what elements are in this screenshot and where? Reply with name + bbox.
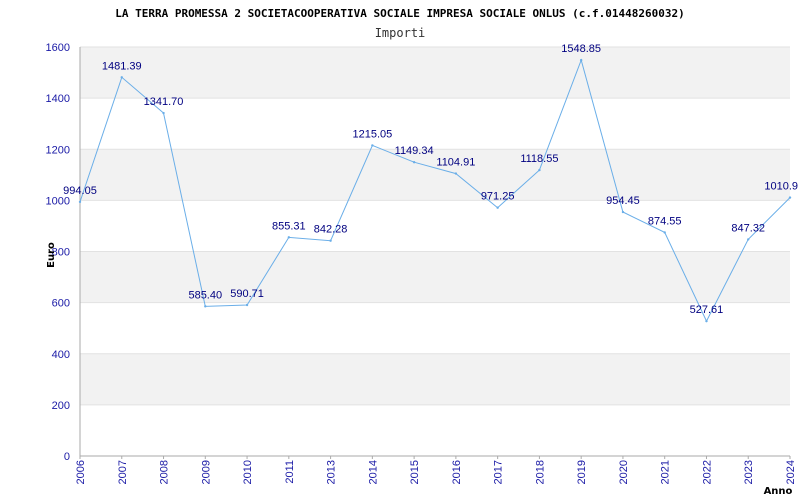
line-chart: LA TERRA PROMESSA 2 SOCIETACOOPERATIVA S… <box>46 7 798 497</box>
data-point <box>747 238 750 241</box>
x-tick-label: 2017 <box>493 460 505 484</box>
x-tick-label: 2015 <box>409 460 421 484</box>
data-point <box>705 319 708 323</box>
y-tick-label: 200 <box>52 400 70 412</box>
data-point <box>788 196 792 199</box>
data-label: 855.31 <box>272 220 306 232</box>
y-tick-label: 1000 <box>46 195 70 207</box>
data-point <box>621 210 625 214</box>
data-point <box>329 239 332 242</box>
x-tick-label: 2016 <box>451 460 463 484</box>
data-point <box>538 168 541 172</box>
chart-title: LA TERRA PROMESSA 2 SOCIETACOOPERATIVA S… <box>115 7 685 20</box>
y-tick-label: 400 <box>52 349 70 361</box>
x-tick-labels: 2006 2007 2008 2009 2010 2011 2013 2014 2015 2016… <box>75 456 797 484</box>
data-point <box>162 111 165 115</box>
data-point <box>371 144 374 147</box>
y-tick-label: 600 <box>52 298 70 310</box>
data-point <box>204 305 207 308</box>
x-tick-label: 2008 <box>159 460 171 484</box>
x-tick-label: 2010 <box>242 460 254 484</box>
x-tick-label: 2020 <box>618 460 630 484</box>
data-point <box>663 231 666 234</box>
data-label: 1481.39 <box>102 60 142 72</box>
x-tick-label: 2018 <box>534 460 546 484</box>
data-label: 1118.55 <box>520 153 558 165</box>
chart-subtitle: Importi <box>375 26 426 40</box>
data-point <box>120 76 123 79</box>
data-label: 527.61 <box>690 304 724 316</box>
data-label: 842.28 <box>314 224 348 236</box>
data-point <box>245 303 249 307</box>
x-tick-label: 2007 <box>117 460 129 484</box>
data-label: 847.32 <box>731 222 765 234</box>
data-point <box>412 160 416 164</box>
y-tick-label: 1600 <box>46 42 70 54</box>
data-label: 1149.34 <box>395 145 434 157</box>
data-point <box>496 206 499 209</box>
data-label: 1548.85 <box>561 43 601 55</box>
x-tick-label: 2006 <box>75 460 87 484</box>
data-label: 1215.05 <box>352 128 392 140</box>
data-label: 1104.91 <box>436 157 475 169</box>
x-tick-label: 2024 <box>785 460 797 484</box>
data-label: 874.55 <box>648 215 682 227</box>
y-axis-label: Euro <box>46 242 57 268</box>
y-tick-label: 1200 <box>46 144 70 156</box>
data-label: 585.40 <box>188 289 222 301</box>
x-tick-label: 2021 <box>660 460 672 484</box>
y-tick-label: 1400 <box>46 93 70 105</box>
grid-band <box>80 353 790 405</box>
x-tick-label: 2019 <box>576 460 588 484</box>
data-point <box>78 200 82 204</box>
data-label: 590.71 <box>230 288 264 300</box>
y-tick-label: 0 <box>64 451 70 463</box>
data-label: 971.25 <box>481 191 515 203</box>
x-tick-label: 2013 <box>326 460 338 484</box>
data-label: 994.05 <box>63 185 97 197</box>
data-label: 1341.70 <box>144 96 184 108</box>
data-point <box>454 172 458 175</box>
data-label: 954.45 <box>606 195 640 207</box>
x-tick-label: 2023 <box>743 460 755 484</box>
data-point <box>287 236 291 239</box>
grid-band <box>80 149 790 201</box>
x-tick-label: 2011 <box>284 460 296 484</box>
x-tick-label: 2014 <box>367 460 379 484</box>
data-point <box>579 58 583 62</box>
grid-bands <box>80 47 790 405</box>
x-axis-label: Anno <box>764 486 793 497</box>
grid-band <box>80 47 790 99</box>
grid-band <box>80 251 790 303</box>
x-tick-label: 2009 <box>200 460 212 484</box>
data-label: 1010.9 <box>764 181 798 193</box>
x-tick-label: 2022 <box>701 460 713 484</box>
